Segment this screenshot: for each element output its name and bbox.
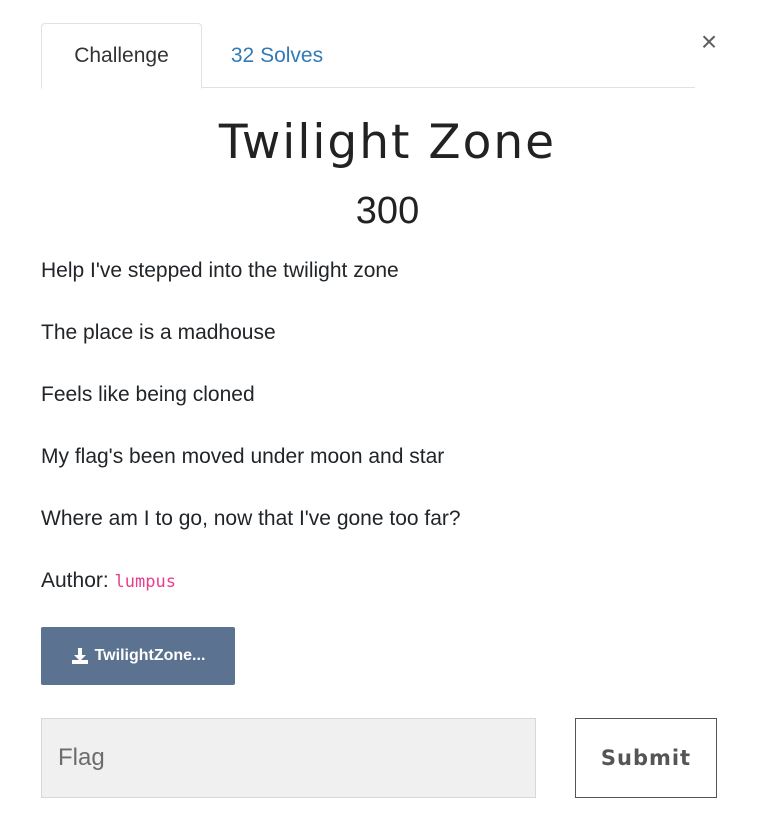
download-icon (71, 648, 88, 664)
download-file-label: TwilightZone... (94, 647, 206, 664)
tab-solves-label: 32 Solves (230, 43, 324, 67)
author-name: lumpus (114, 572, 176, 592)
download-file-button[interactable]: TwilightZone... (41, 627, 235, 685)
challenge-modal: Challenge 32 Solves × Twilight Zone 300 … (0, 0, 775, 820)
challenge-title: Twilight Zone (218, 115, 557, 170)
tab-bar: Challenge 32 Solves (41, 23, 695, 89)
description-line: The place is a madhouse (41, 321, 276, 344)
tab-challenge-label: Challenge (74, 44, 169, 67)
close-icon[interactable]: × (696, 27, 722, 57)
description-line: My flag's been moved under moon and star (41, 445, 445, 468)
tab-solves[interactable]: 32 Solves (202, 23, 352, 88)
description-line: Feels like being cloned (41, 383, 255, 406)
author-prefix: Author: (41, 569, 115, 592)
author-line: Author: lumpus (41, 566, 731, 628)
flag-input[interactable] (41, 718, 536, 798)
description-line: Help I've stepped into the twilight zone (41, 259, 399, 282)
tab-challenge[interactable]: Challenge (41, 23, 202, 89)
challenge-description: Help I've stepped into the twilight zone… (41, 256, 731, 628)
challenge-points: 300 (355, 190, 420, 232)
submit-button[interactable]: Submit (575, 718, 717, 798)
description-line: Where am I to go, now that I've gone too… (41, 507, 461, 530)
